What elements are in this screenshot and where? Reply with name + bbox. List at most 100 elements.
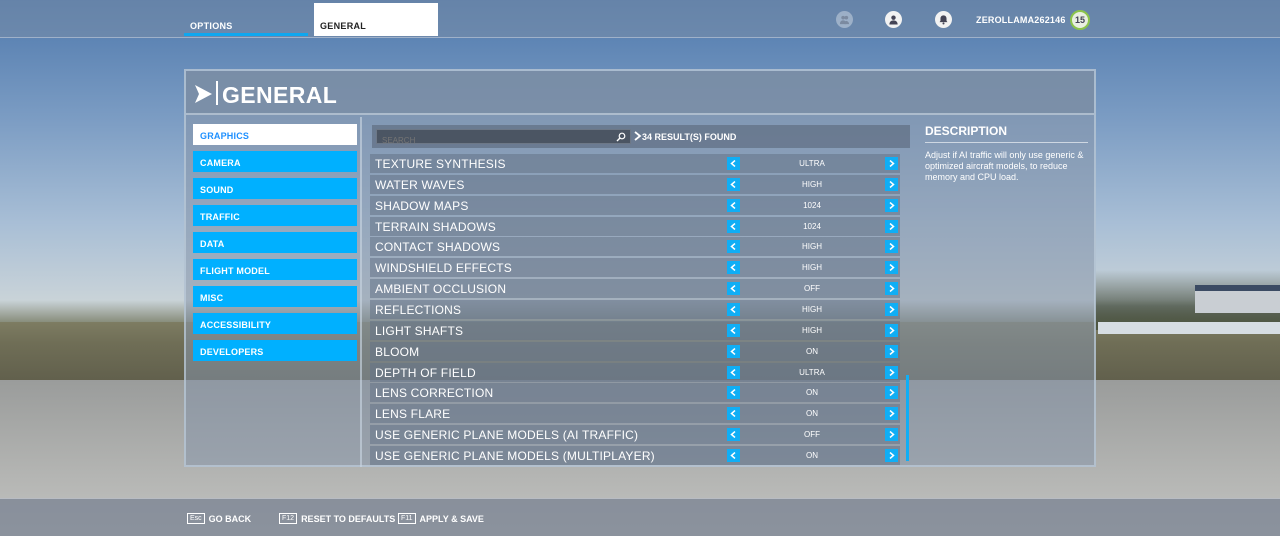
chevron-left-icon [730,305,736,313]
search-icon[interactable] [616,132,626,142]
setting-row[interactable]: LENS CORRECTION ON [370,383,900,403]
setting-value: ON [806,388,818,398]
category-developers[interactable]: DEVELOPERS [193,340,357,361]
category-flight-model[interactable]: FLIGHT MODEL [193,259,357,280]
settings-list: 34 RESULT(S) FOUND TEXTURE SYNTHESIS ULTR… [364,117,918,467]
results-chevron-icon [634,131,642,141]
scrollbar[interactable] [906,375,909,461]
tab-general[interactable]: GENERAL [314,3,438,36]
chevron-right-icon [889,347,895,355]
chevron-logo-icon [195,85,212,103]
category-misc[interactable]: MISC [193,286,357,307]
friends-icon[interactable] [836,11,853,28]
setting-value: ON [806,409,818,419]
category-accessibility[interactable]: ACCESSIBILITY [193,313,357,334]
panel-header: GENERAL [186,71,1094,115]
previous-value-button[interactable] [727,407,740,421]
chevron-left-icon [730,243,736,251]
setting-row[interactable]: LIGHT SHAFTS HIGH [370,320,900,340]
next-value-button[interactable] [885,344,898,358]
previous-value-button[interactable] [727,219,740,233]
description-title: DESCRIPTION [925,124,1008,138]
setting-row[interactable]: USE GENERIC PLANE MODELS (MULTIPLAYER) ON [370,445,900,465]
category-sound[interactable]: SOUND [193,178,357,199]
setting-row[interactable]: WATER WAVES HIGH [370,174,900,194]
setting-row[interactable]: SHADOW MAPS 1024 [370,195,900,215]
reset-defaults-label: RESET TO DEFAULTS [301,513,396,524]
previous-value-button[interactable] [727,240,740,254]
next-value-button[interactable] [885,407,898,421]
reset-defaults-button[interactable]: F12 RESET TO DEFAULTS [279,513,395,524]
setting-row[interactable]: USE GENERIC PLANE MODELS (AI TRAFFIC) OFF [370,425,900,445]
setting-label: SHADOW MAPS [375,198,469,213]
setting-row[interactable]: WINDSHIELD EFFECTS HIGH [370,258,900,278]
previous-value-button[interactable] [727,198,740,212]
previous-value-button[interactable] [727,448,740,462]
chevron-right-icon [889,285,895,293]
category-traffic[interactable]: TRAFFIC [193,205,357,226]
setting-row[interactable]: REFLECTIONS HIGH [370,299,900,319]
setting-label: CONTACT SHADOWS [375,240,501,255]
chevron-left-icon [730,410,736,418]
previous-value-button[interactable] [727,365,740,379]
chevron-left-icon [730,201,736,209]
search-input[interactable] [377,134,607,147]
setting-row[interactable]: TERRAIN SHADOWS 1024 [370,216,900,236]
next-value-button[interactable] [885,157,898,170]
next-value-button[interactable] [885,282,898,296]
next-value-button[interactable] [885,323,898,337]
results-count: 34 RESULT(S) FOUND [642,132,737,142]
search-box[interactable] [376,129,631,147]
previous-value-button[interactable] [727,261,740,275]
chevron-right-icon [889,160,895,167]
setting-row[interactable]: LENS FLARE ON [370,404,900,424]
next-value-button[interactable] [885,219,898,233]
previous-value-button[interactable] [727,157,740,170]
previous-value-button[interactable] [727,302,740,316]
previous-value-button[interactable] [727,428,740,442]
category-graphics[interactable]: GRAPHICS [193,124,357,145]
next-value-button[interactable] [885,198,898,212]
setting-row[interactable]: CONTACT SHADOWS HIGH [370,237,900,257]
chevron-left-icon [730,180,736,188]
username[interactable]: ZEROLLAMA262146 [976,15,1066,25]
category-data[interactable]: DATA [193,232,357,253]
profile-icon[interactable] [885,11,902,28]
next-value-button[interactable] [885,428,898,442]
next-value-button[interactable] [885,386,898,400]
setting-value: ON [806,346,818,356]
previous-value-button[interactable] [727,323,740,337]
setting-label: LENS CORRECTION [375,386,494,401]
previous-value-button[interactable] [727,177,740,191]
chevron-left-icon [730,431,736,439]
tab-options[interactable]: OPTIONS [184,3,308,36]
next-value-button[interactable] [885,302,898,316]
previous-value-button[interactable] [727,386,740,400]
chevron-left-icon [730,264,736,272]
previous-value-button[interactable] [727,344,740,358]
setting-value: 1024 [803,221,821,231]
category-camera[interactable]: CAMERA [193,151,357,172]
go-back-button[interactable]: Esc GO BACK [187,513,251,524]
chevron-right-icon [889,451,895,459]
next-value-button[interactable] [885,261,898,275]
setting-value: ULTRA [799,159,825,168]
previous-value-button[interactable] [727,282,740,296]
next-value-button[interactable] [885,448,898,462]
setting-value: HIGH [802,179,822,189]
top-bar: OPTIONS GENERAL ZEROLLAMA262146 15 [0,0,1280,38]
setting-row[interactable]: TEXTURE SYNTHESIS ULTRA [370,154,900,173]
setting-value: HIGH [802,263,822,273]
setting-row[interactable]: BLOOM ON [370,341,900,361]
next-value-button[interactable] [885,240,898,254]
notifications-bell-icon[interactable] [935,11,952,28]
next-value-button[interactable] [885,177,898,191]
description-pane: DESCRIPTION Adjust if AI traffic will on… [920,117,1094,467]
setting-row[interactable]: AMBIENT OCCLUSION OFF [370,279,900,299]
setting-row[interactable]: DEPTH OF FIELD ULTRA [370,362,900,382]
chevron-right-icon [889,410,895,418]
category-list: GRAPHICS CAMERA SOUND TRAFFIC DATA FLIGH… [186,117,362,467]
chevron-left-icon [730,285,736,293]
apply-save-button[interactable]: F11 APPLY & SAVE [398,513,484,524]
next-value-button[interactable] [885,365,898,379]
